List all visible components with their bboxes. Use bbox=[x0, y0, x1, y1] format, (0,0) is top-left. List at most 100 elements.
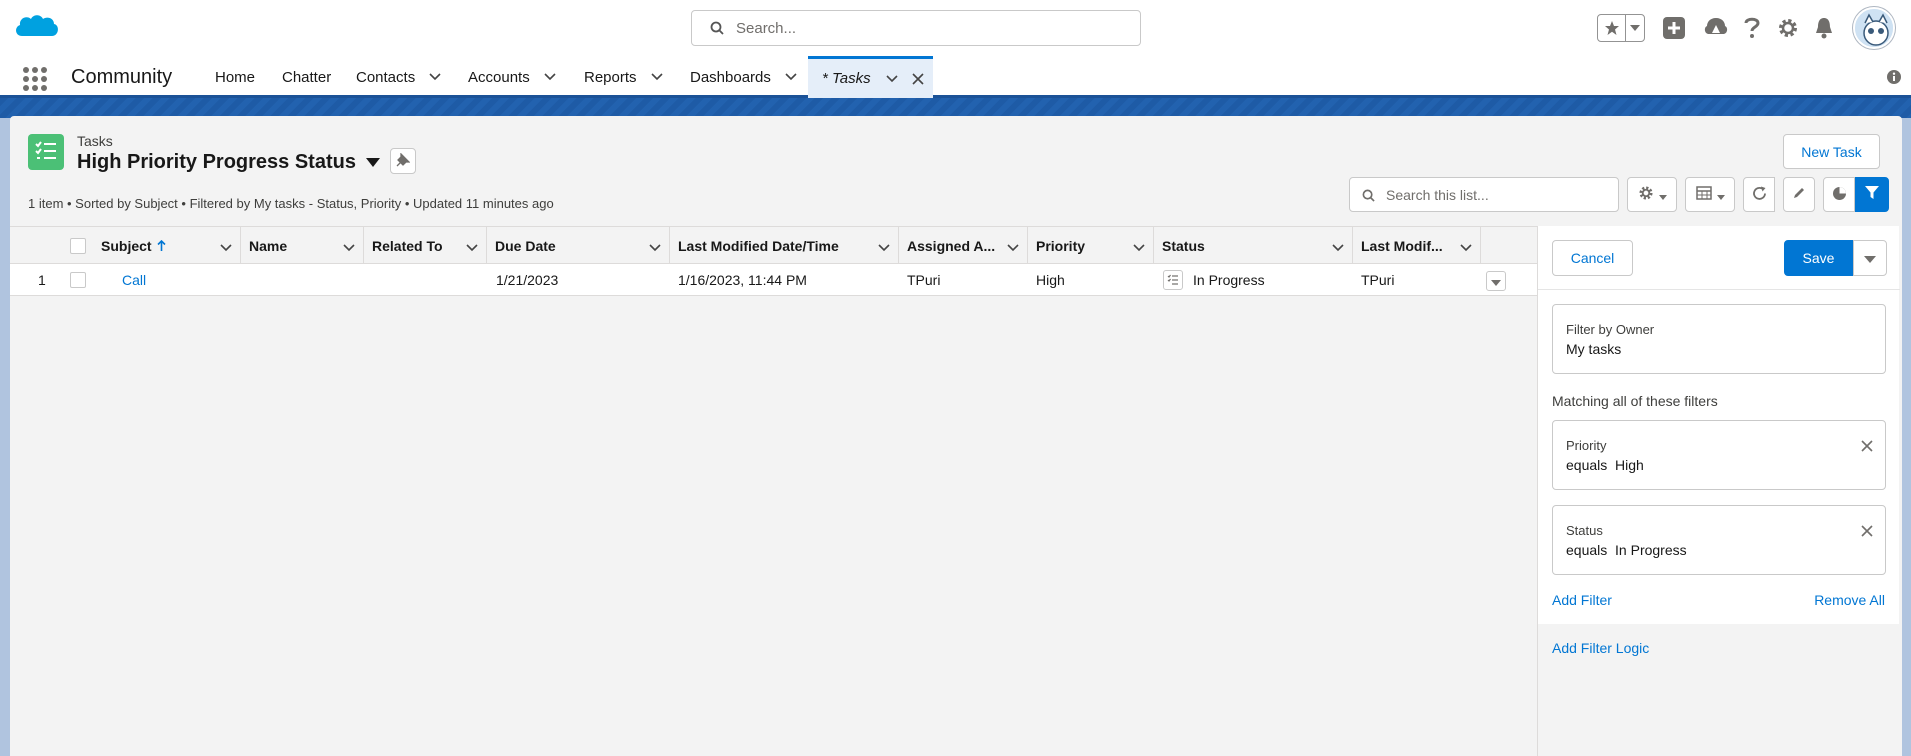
chevron-down-icon[interactable] bbox=[785, 73, 797, 81]
chevron-down-icon[interactable] bbox=[429, 73, 441, 81]
column-header-last-modified[interactable]: Last Modified Date/Time bbox=[670, 227, 899, 264]
nav-item-contacts[interactable]: Contacts bbox=[356, 56, 441, 98]
chevron-down-icon[interactable] bbox=[1133, 239, 1145, 255]
list-view-name: High Priority Progress Status bbox=[77, 151, 356, 173]
chevron-down-icon[interactable] bbox=[1332, 239, 1344, 255]
column-header-last-modified-by[interactable]: Last Modif... bbox=[1353, 227, 1481, 264]
add-filter-link[interactable]: Add Filter bbox=[1552, 592, 1612, 608]
filter-panel: Cancel Save Filter by Owner My tasks Mat… bbox=[1537, 226, 1900, 756]
list-search-input[interactable] bbox=[1384, 185, 1609, 205]
close-icon[interactable] bbox=[1861, 439, 1873, 455]
column-header-priority[interactable]: Priority bbox=[1028, 227, 1154, 264]
nav-item-label: Home bbox=[215, 68, 256, 86]
gear-icon[interactable] bbox=[1772, 12, 1804, 44]
column-header-assigned[interactable]: Assigned A... bbox=[899, 227, 1028, 264]
star-icon[interactable] bbox=[1598, 15, 1626, 41]
filter-owner-label: Filter by Owner bbox=[1566, 322, 1655, 337]
list-settings-button[interactable] bbox=[1627, 177, 1677, 212]
cancel-button[interactable]: Cancel bbox=[1552, 240, 1633, 276]
caret-down-icon[interactable] bbox=[365, 158, 380, 167]
nav-item-chatter[interactable]: Chatter bbox=[282, 56, 331, 98]
column-label: Due Date bbox=[495, 237, 556, 254]
inline-edit-button[interactable] bbox=[1783, 177, 1815, 212]
chevron-down-icon[interactable] bbox=[466, 239, 478, 255]
table-icon bbox=[1695, 186, 1712, 203]
column-header-status[interactable]: Status bbox=[1154, 227, 1353, 264]
save-options-button[interactable] bbox=[1853, 240, 1887, 276]
filter-value: High bbox=[1615, 457, 1644, 473]
chevron-down-icon[interactable] bbox=[544, 73, 556, 81]
favorites-group[interactable] bbox=[1597, 14, 1645, 42]
select-all-header[interactable] bbox=[58, 227, 93, 264]
chevron-down-icon[interactable] bbox=[878, 239, 890, 255]
status-tracker-icon[interactable] bbox=[1163, 269, 1183, 290]
close-icon[interactable] bbox=[912, 72, 924, 85]
pin-list-button[interactable] bbox=[390, 148, 416, 174]
add-filter-logic-link[interactable]: Add Filter Logic bbox=[1552, 640, 1649, 656]
select-all-checkbox[interactable] bbox=[70, 237, 86, 254]
filter-field: Status bbox=[1566, 523, 1603, 538]
list-search[interactable] bbox=[1349, 177, 1619, 212]
trailhead-icon[interactable] bbox=[1700, 12, 1732, 44]
help-icon[interactable] bbox=[1736, 12, 1768, 44]
column-header-name[interactable]: Name bbox=[241, 227, 364, 264]
column-header-due-date[interactable]: Due Date bbox=[487, 227, 670, 264]
filter-owner-card[interactable]: Filter by Owner My tasks bbox=[1552, 304, 1886, 374]
global-actions-icon[interactable] bbox=[1658, 12, 1690, 44]
filter-button[interactable] bbox=[1855, 177, 1889, 212]
nav-item-label: Chatter bbox=[282, 68, 332, 86]
chevron-down-icon[interactable] bbox=[886, 74, 898, 83]
tasks-icon bbox=[28, 134, 64, 170]
bell-icon[interactable] bbox=[1808, 12, 1840, 44]
row-checkbox[interactable] bbox=[70, 271, 86, 288]
nav-item-reports[interactable]: Reports bbox=[584, 56, 663, 98]
charts-button[interactable] bbox=[1823, 177, 1855, 212]
row-actions-button[interactable] bbox=[1486, 271, 1506, 291]
list-view-title[interactable]: High Priority Progress Status bbox=[77, 151, 380, 174]
table-row[interactable]: 1 Call 1/21/2023 1/16/2023, 11:44 PM TPu… bbox=[10, 264, 1537, 296]
info-icon[interactable] bbox=[1887, 70, 1901, 87]
chevron-down-icon[interactable] bbox=[220, 239, 232, 255]
remove-all-link[interactable]: Remove All bbox=[1814, 592, 1885, 608]
list-view-meta: 1 item • Sorted by Subject • Filtered by… bbox=[28, 196, 554, 211]
display-as-button[interactable] bbox=[1685, 177, 1735, 212]
last-modified-cell: 1/16/2023, 11:44 PM bbox=[678, 271, 807, 288]
nav-item-accounts[interactable]: Accounts bbox=[468, 56, 556, 98]
save-button[interactable]: Save bbox=[1784, 240, 1853, 276]
tab-tasks[interactable]: * Tasks bbox=[808, 56, 933, 98]
column-label: Last Modif... bbox=[1361, 237, 1443, 254]
filter-operator: equals bbox=[1566, 457, 1608, 473]
app-launcher-icon[interactable] bbox=[22, 66, 48, 92]
chevron-down-icon[interactable] bbox=[650, 73, 663, 81]
salesforce-cloud-logo[interactable] bbox=[12, 10, 60, 44]
column-label: Subject bbox=[101, 237, 152, 254]
chevron-down-icon[interactable] bbox=[1007, 239, 1019, 255]
column-header-subject[interactable]: Subject bbox=[93, 227, 241, 264]
subject-link[interactable]: Call bbox=[122, 264, 146, 295]
pie-chart-icon bbox=[1832, 186, 1847, 204]
avatar[interactable] bbox=[1853, 7, 1895, 49]
due-date-cell: 1/21/2023 bbox=[496, 271, 559, 288]
filter-owner-value: My tasks bbox=[1566, 341, 1622, 357]
global-search[interactable] bbox=[691, 10, 1141, 46]
filter-priority-card[interactable]: Priority equals High bbox=[1552, 420, 1886, 490]
matching-filters-label: Matching all of these filters bbox=[1552, 393, 1718, 409]
app-nav-bar: Community Home Chatter Contacts Accounts… bbox=[0, 56, 1911, 98]
column-header-related-to[interactable]: Related To bbox=[364, 227, 487, 264]
chevron-down-icon[interactable] bbox=[649, 239, 661, 255]
new-task-button[interactable]: New Task bbox=[1783, 134, 1880, 169]
column-label: Last Modified Date/Time bbox=[678, 237, 839, 254]
nav-item-home[interactable]: Home bbox=[215, 56, 255, 98]
global-search-input[interactable] bbox=[734, 17, 1124, 39]
column-label: Related To bbox=[372, 237, 443, 254]
chevron-down-icon[interactable] bbox=[1460, 239, 1472, 255]
chevron-down-icon[interactable] bbox=[343, 239, 355, 255]
favorites-dropdown-icon[interactable] bbox=[1626, 15, 1644, 41]
close-icon[interactable] bbox=[1861, 524, 1873, 540]
search-icon bbox=[1362, 189, 1375, 202]
filter-field: Priority bbox=[1566, 438, 1607, 453]
refresh-button[interactable] bbox=[1743, 177, 1775, 212]
row-select[interactable] bbox=[70, 264, 86, 295]
filter-status-card[interactable]: Status equals In Progress bbox=[1552, 505, 1886, 575]
nav-item-dashboards[interactable]: Dashboards bbox=[690, 56, 797, 98]
